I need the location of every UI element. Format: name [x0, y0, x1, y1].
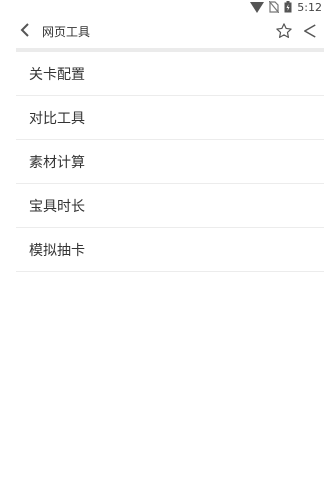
list-item[interactable]: 关卡配置	[16, 52, 324, 96]
list-item-label: 模拟抽卡	[29, 242, 85, 259]
back-arrow-icon	[20, 22, 30, 41]
toolbar: 网页工具	[0, 14, 324, 49]
page-title: 网页工具	[42, 25, 91, 39]
list-item-label: 关卡配置	[29, 66, 85, 83]
wifi-icon	[250, 1, 265, 13]
list-item-label: 素材计算	[29, 154, 85, 171]
status-bar: 5:12	[0, 0, 324, 14]
list-item-label: 宝具时长	[29, 198, 85, 215]
list-item[interactable]: 对比工具	[16, 96, 324, 140]
star-outline-icon	[275, 23, 293, 44]
no-sim-icon	[269, 1, 280, 13]
list-item[interactable]: 模拟抽卡	[16, 228, 324, 272]
tool-list: 关卡配置 对比工具 素材计算 宝具时长 模拟抽卡	[16, 52, 324, 272]
battery-icon	[284, 1, 292, 13]
favorite-button[interactable]	[275, 22, 293, 40]
share-icon	[301, 24, 319, 44]
list-item-label: 对比工具	[29, 110, 85, 127]
back-button[interactable]	[16, 22, 34, 40]
share-button[interactable]	[301, 22, 319, 40]
status-time: 5:12	[297, 0, 322, 14]
list-item[interactable]: 宝具时长	[16, 184, 324, 228]
list-item[interactable]: 素材计算	[16, 140, 324, 184]
